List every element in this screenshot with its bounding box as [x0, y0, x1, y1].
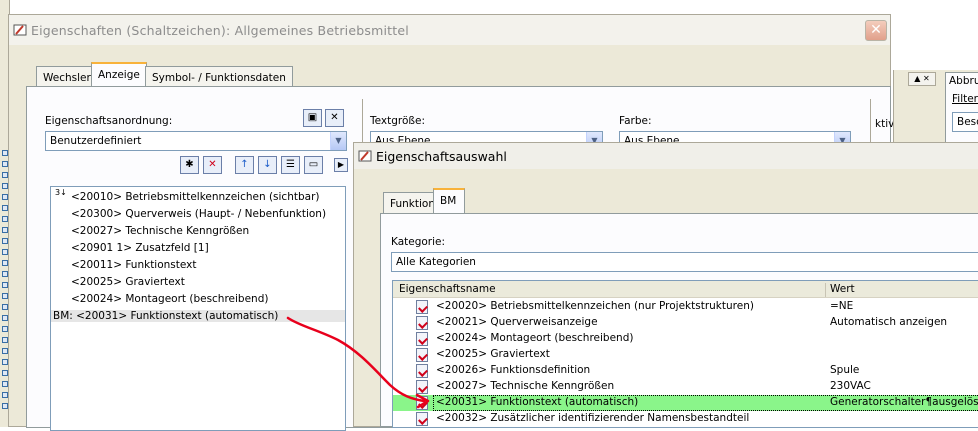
- property-checkbox[interactable]: [416, 380, 428, 394]
- list-item[interactable]: <20901 1> Zusatzfeld [1]: [71, 242, 209, 254]
- property-name: <20026> Funktionsdefinition: [436, 364, 591, 376]
- property-name: <20027> Technische Kenngrößen: [436, 380, 615, 392]
- move-up-button[interactable]: ↑: [235, 156, 254, 174]
- app-icon: [358, 150, 372, 162]
- property-checkbox[interactable]: [416, 364, 428, 378]
- property-selection-dialog: Eigenschaftsauswahl Funktion BM Kategori…: [353, 142, 978, 428]
- tab-symbol-funktionsdaten[interactable]: Symbol- / Funktionsdaten: [145, 66, 293, 88]
- sort-icon: 3↓: [55, 188, 67, 197]
- close-icon: ✕: [870, 22, 882, 38]
- title-bar[interactable]: Eigenschaftsauswahl: [354, 143, 978, 169]
- tab-wechsler[interactable]: Wechsler: [36, 66, 98, 88]
- list-item[interactable]: <20027> Technische Kenngrößen: [71, 225, 249, 237]
- delete-icon: ✕: [208, 159, 217, 170]
- more-button[interactable]: ▶: [334, 158, 348, 172]
- column-header-value[interactable]: Wert: [825, 283, 855, 297]
- property-name: <20025> Graviertext: [436, 348, 550, 360]
- color-label: Farbe:: [619, 115, 652, 127]
- table-row[interactable]: <20024> Montageort (beschreibend): [393, 331, 978, 347]
- property-checkbox[interactable]: [416, 300, 428, 314]
- property-name: <20031> Funktionstext (automatisch): [436, 396, 639, 408]
- property-grid: Eigenschaftsname Wert <20020> Betriebsmi…: [392, 280, 978, 428]
- table-row[interactable]: <20027> Technische Kenngrößen 230VAC: [393, 379, 978, 395]
- textsize-label: Textgröße:: [370, 115, 426, 127]
- arrangement-label: Eigenschaftsanordnung:: [45, 115, 173, 127]
- property-name: <20021> Querverweisanzeige: [436, 316, 598, 328]
- window-title: Eigenschaftsauswahl: [376, 149, 507, 164]
- play-icon: ▶: [337, 160, 345, 169]
- split-button[interactable]: ☰: [281, 156, 300, 174]
- property-name: <20020> Betriebsmittelkennzeichen (nur P…: [436, 300, 754, 312]
- close-icon: ✕: [330, 112, 339, 123]
- partial-label: ktiv: [875, 118, 895, 130]
- close-button[interactable]: ✕: [865, 20, 887, 41]
- merge-icon: ▭: [308, 159, 319, 170]
- arrangement-value: Benutzerdefiniert: [50, 135, 142, 147]
- save-icon: ▣: [307, 112, 318, 123]
- property-checkbox[interactable]: [416, 412, 428, 426]
- property-checkbox[interactable]: [416, 316, 428, 330]
- property-value: Automatisch anzeigen: [830, 316, 948, 328]
- grid-header: Eigenschaftsname Wert: [393, 281, 978, 298]
- tab-bm[interactable]: BM: [433, 188, 465, 213]
- property-list[interactable]: 3↓ <20010> Betriebsmittelkennzeichen (si…: [50, 186, 346, 431]
- window-title: Eigenschaften (Schaltzeichen): Allgemein…: [31, 23, 409, 38]
- property-value: Generatorschalter¶ausgelöst: [830, 396, 978, 408]
- property-checkbox[interactable]: [416, 396, 428, 410]
- table-row-selected[interactable]: <20031> Funktionstext (automatisch) Gene…: [393, 395, 978, 411]
- category-label: Kategorie:: [391, 236, 446, 248]
- category-dropdown[interactable]: Alle Kategorien: [391, 252, 978, 272]
- delete-arrangement-button[interactable]: ✕: [325, 109, 344, 127]
- property-value: =NE: [830, 300, 854, 312]
- save-arrangement-button[interactable]: ▣: [303, 109, 322, 127]
- side-field-value: Besc: [957, 116, 978, 128]
- list-item-selected[interactable]: BM: <20031> Funktionstext (automatisch): [51, 310, 345, 322]
- list-item[interactable]: <20011> Funktionstext: [71, 259, 197, 271]
- title-bar[interactable]: Eigenschaften (Schaltzeichen): Allgemein…: [9, 15, 890, 45]
- side-field[interactable]: Besc: [952, 112, 978, 132]
- list-item[interactable]: <20010> Betriebsmittelkennzeichen (sicht…: [71, 191, 320, 203]
- arrow-down-icon: ↓: [263, 159, 272, 170]
- property-name: <20032> Zusätzlicher identifizierender N…: [436, 412, 750, 424]
- property-name: <20024> Montageort (beschreibend): [436, 332, 634, 344]
- chevron-down-icon[interactable]: ▼: [330, 132, 346, 150]
- tab-anzeige[interactable]: Anzeige: [91, 62, 147, 87]
- side-window-controls[interactable]: ▲ ✕: [908, 72, 936, 86]
- table-row[interactable]: <20032> Zusätzlicher identifizierender N…: [393, 411, 978, 427]
- delete-property-button[interactable]: ✕: [203, 156, 222, 174]
- column-header-name[interactable]: Eigenschaftsname: [399, 283, 496, 295]
- split-icon: ☰: [286, 159, 295, 170]
- move-down-button[interactable]: ↓: [258, 156, 277, 174]
- arrow-up-icon: ↑: [240, 159, 249, 170]
- selected-item-label: BM: <20031> Funktionstext (automatisch): [53, 310, 279, 322]
- table-row[interactable]: <20026> Funktionsdefinition Spule: [393, 363, 978, 379]
- table-row[interactable]: <20021> Querverweisanzeige Automatisch a…: [393, 315, 978, 331]
- side-tab[interactable]: Abbru: [945, 72, 978, 88]
- table-row[interactable]: <20020> Betriebsmittelkennzeichen (nur P…: [393, 299, 978, 315]
- new-icon: ✱: [185, 159, 194, 170]
- list-item[interactable]: <20024> Montageort (beschreibend): [71, 293, 268, 305]
- new-property-button[interactable]: ✱: [180, 156, 199, 174]
- arrangement-dropdown[interactable]: Benutzerdefiniert ▼: [45, 131, 347, 151]
- list-item[interactable]: <20300> Querverweis (Haupt- / Nebenfunkt…: [71, 208, 326, 220]
- filter-label: Filter: [952, 93, 978, 105]
- property-checkbox[interactable]: [416, 332, 428, 346]
- merge-button[interactable]: ▭: [304, 156, 323, 174]
- category-value: Alle Kategorien: [396, 256, 476, 268]
- property-value: Spule: [830, 364, 860, 376]
- list-item[interactable]: <20025> Graviertext: [71, 276, 185, 288]
- property-checkbox[interactable]: [416, 348, 428, 362]
- table-row[interactable]: <20025> Graviertext: [393, 347, 978, 363]
- property-value: 230VAC: [830, 380, 871, 392]
- app-icon: [13, 24, 27, 36]
